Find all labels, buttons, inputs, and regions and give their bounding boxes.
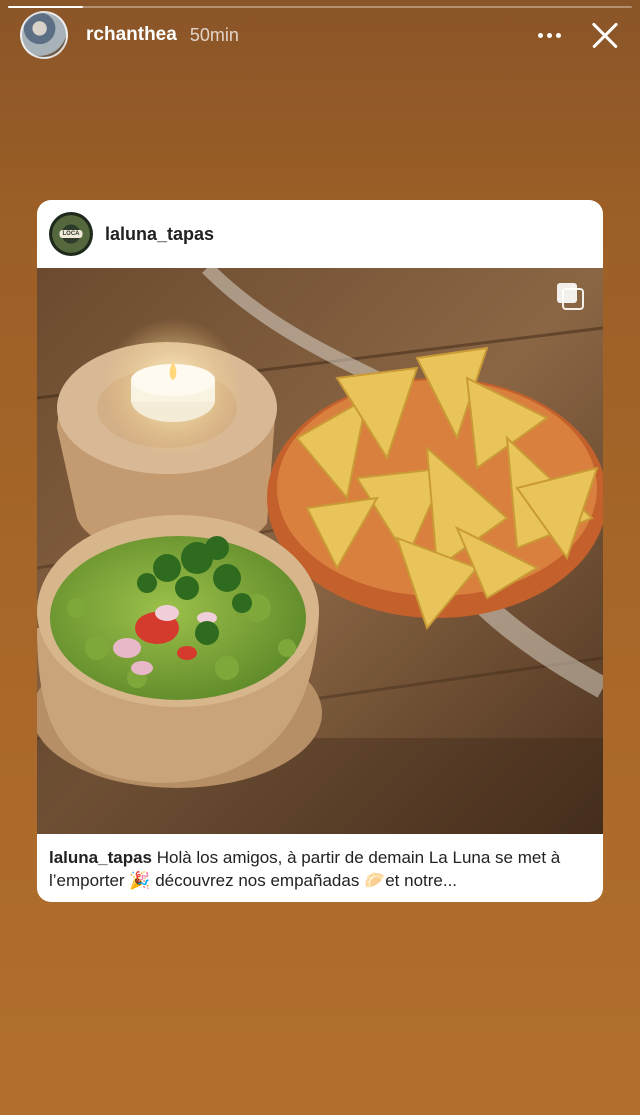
more-dots-icon[interactable]	[534, 20, 564, 50]
story-username[interactable]: rchanthea	[86, 24, 177, 46]
close-icon[interactable]	[590, 20, 620, 50]
post-caption[interactable]: laluna_tapas Holà los amigos, à partir d…	[37, 834, 603, 902]
shared-post-card[interactable]: LOCA laluna_tapas laluna_tapas Holà los …	[37, 200, 603, 902]
story-header: rchanthea 50min	[20, 10, 620, 60]
story-timestamp: 50min	[189, 24, 239, 45]
post-header: LOCA laluna_tapas	[37, 200, 603, 268]
avatar[interactable]	[20, 11, 68, 59]
caption-username[interactable]: laluna_tapas	[49, 848, 152, 867]
post-avatar-logo: LOCA	[59, 230, 83, 238]
story-progress-bar	[8, 6, 632, 8]
story-progress-fill	[8, 6, 83, 8]
post-avatar[interactable]: LOCA	[49, 212, 93, 256]
post-photo[interactable]	[37, 268, 603, 834]
post-username[interactable]: laluna_tapas	[105, 224, 214, 245]
